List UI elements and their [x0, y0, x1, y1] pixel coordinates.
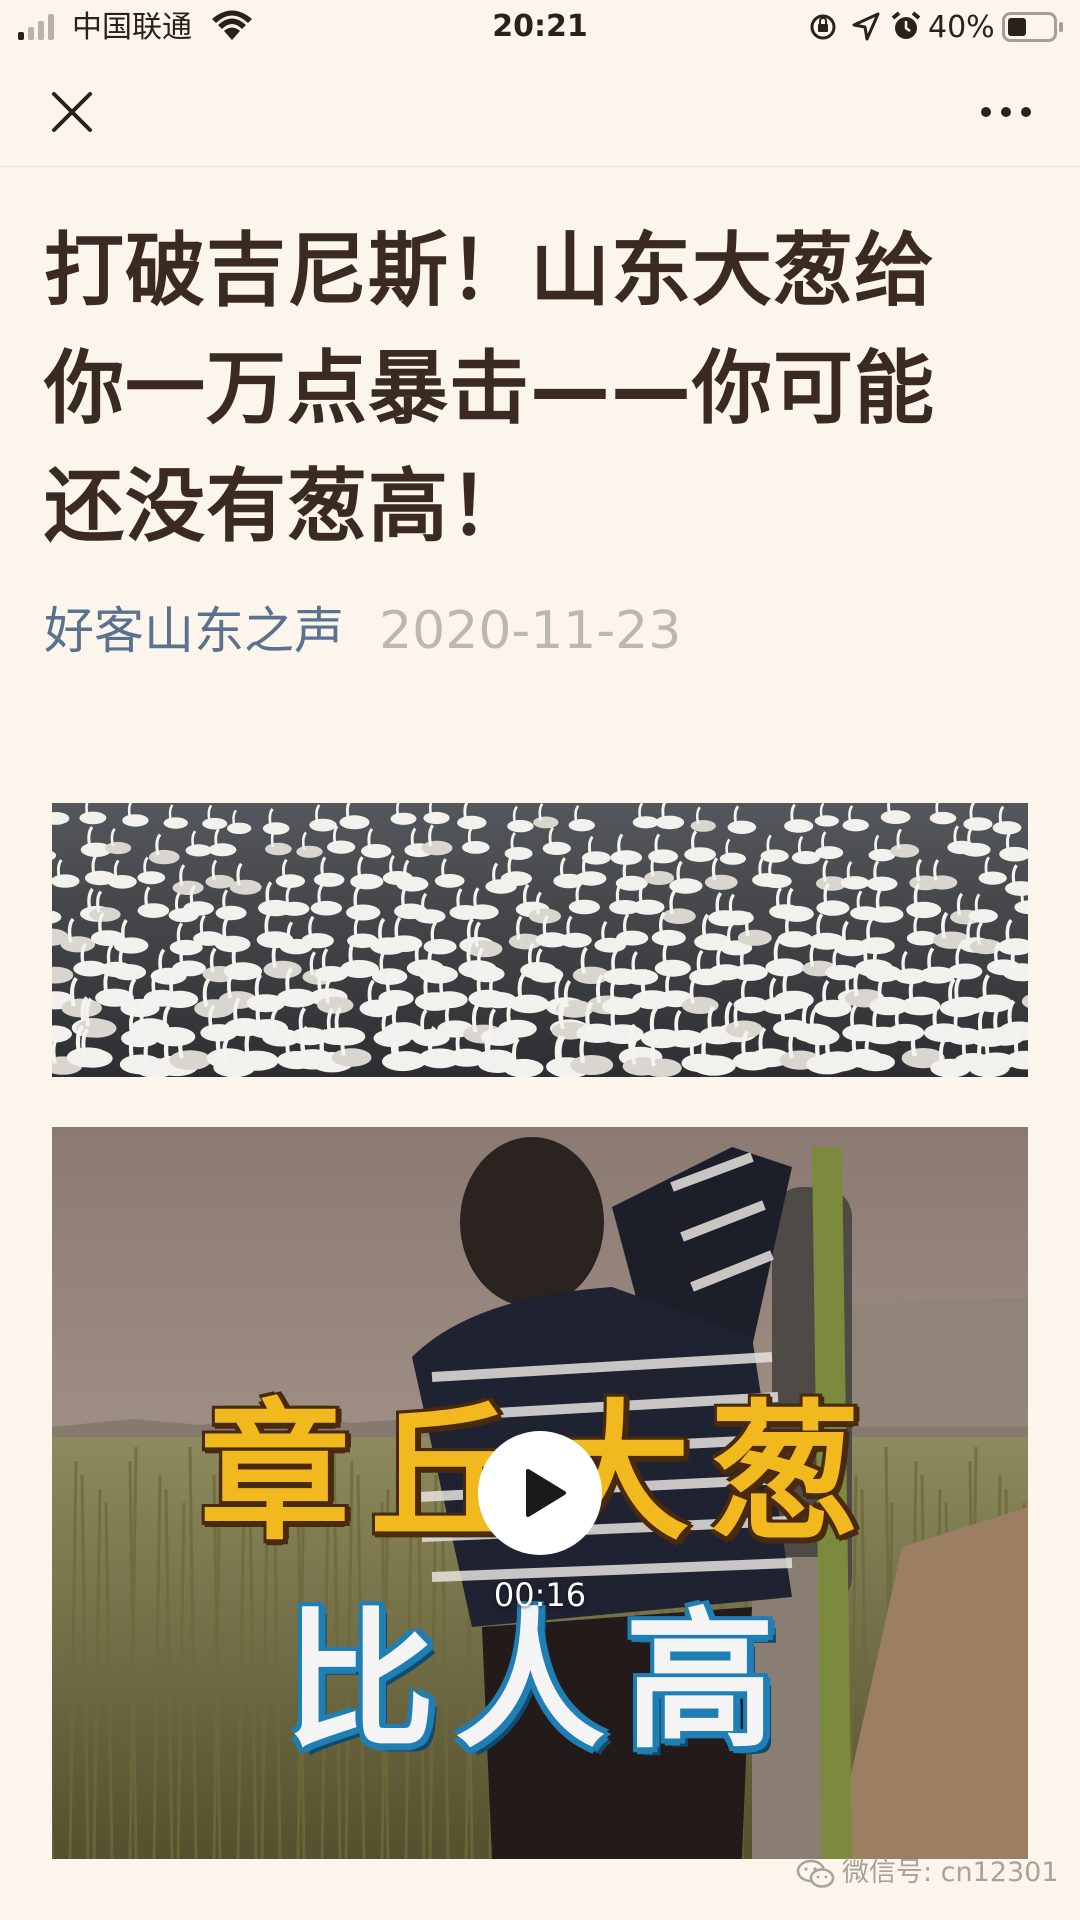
status-bar: 中国联通 20:21 40%: [0, 0, 1080, 56]
battery-icon: [1002, 12, 1063, 42]
swan-image: [52, 803, 1028, 1077]
location-icon: [852, 12, 880, 41]
author-link[interactable]: 好客山东之声: [44, 602, 344, 660]
watermark-text: 微信号: cn12301: [842, 1857, 1059, 1888]
battery-percentage: 40%: [928, 10, 995, 45]
more-icon[interactable]: [976, 90, 1036, 134]
alarm-icon: [891, 11, 921, 39]
rotation-lock-icon: [810, 14, 836, 40]
wechat-watermark: 微信号: cn12301: [796, 1853, 1059, 1893]
video-player[interactable]: 章丘大葱 比人高 00:16: [52, 1127, 1028, 1859]
article-title: 打破吉尼斯！山东大葱给你一万点暴击——你可能还没有葱高！: [44, 224, 935, 553]
article-meta: 好客山东之声 2020-11-23: [44, 596, 681, 666]
wechat-icon: [796, 1859, 835, 1888]
play-button[interactable]: [478, 1431, 602, 1555]
publish-date: 2020-11-23: [379, 601, 682, 661]
nav-bar: [0, 56, 1080, 167]
video-caption-line2: 比人高: [284, 1595, 795, 1769]
close-icon[interactable]: [46, 86, 98, 138]
play-icon: [526, 1469, 566, 1517]
video-duration: 00:16: [493, 1576, 587, 1614]
